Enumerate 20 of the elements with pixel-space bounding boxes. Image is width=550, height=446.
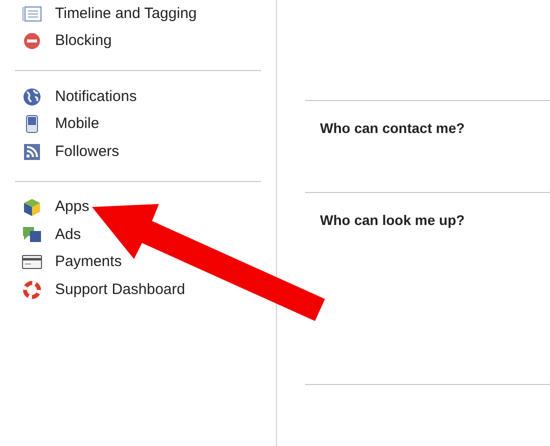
sidebar-link[interactable]: Blocking xyxy=(55,30,112,52)
section-heading: Who can contact me? xyxy=(320,120,465,136)
rss-icon xyxy=(24,144,40,160)
timeline-icon xyxy=(22,6,42,22)
sidebar-link[interactable]: Support Dashboard xyxy=(55,278,186,301)
phone-icon xyxy=(26,115,38,134)
globe-icon xyxy=(23,88,41,106)
speech-bubble-icon xyxy=(22,226,42,244)
sidebar-link[interactable]: Payments xyxy=(55,251,122,274)
sidebar-link[interactable]: Timeline and Tagging xyxy=(55,2,197,25)
sidebar-link[interactable]: Apps xyxy=(55,196,90,218)
cube-icon xyxy=(23,198,41,216)
sidebar-link[interactable]: Mobile xyxy=(55,113,100,136)
section-heading: Who can look me up? xyxy=(320,212,465,228)
sidebar-link[interactable]: Followers xyxy=(55,140,120,163)
sidebar-link[interactable]: Notifications xyxy=(55,86,137,108)
sidebar-link[interactable]: Ads xyxy=(55,224,81,246)
blocked-icon xyxy=(24,33,40,50)
credit-card-icon xyxy=(22,255,42,270)
lifebuoy-icon xyxy=(23,280,41,299)
